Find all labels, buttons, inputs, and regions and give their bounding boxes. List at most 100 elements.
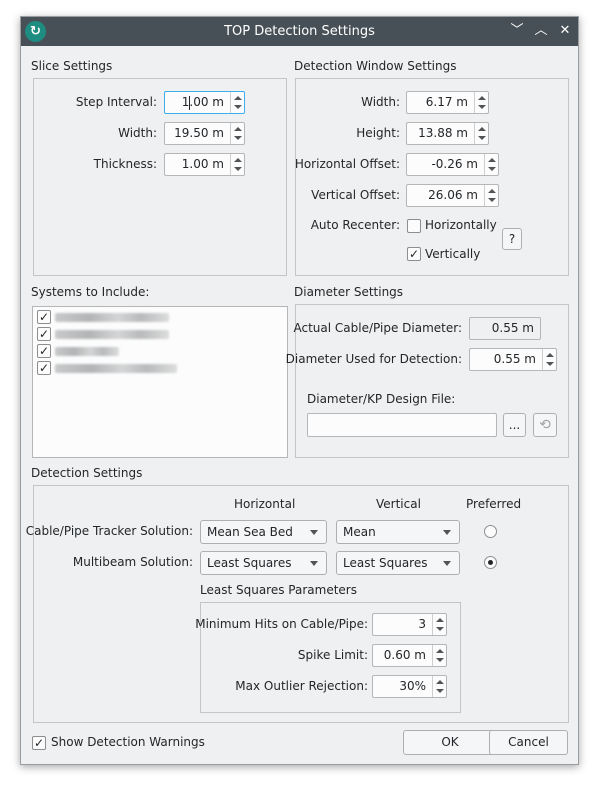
- spin-up-icon[interactable]: [488, 189, 496, 193]
- vertical-header: Vertical: [376, 497, 421, 511]
- maximize-icon[interactable]: ︿: [531, 21, 551, 41]
- step-interval-label: Step Interval:: [75, 95, 157, 109]
- horizontally-checkbox[interactable]: [407, 219, 421, 233]
- slice-width-value: 19.50 m: [174, 126, 224, 140]
- spin-up-icon[interactable]: [234, 158, 242, 162]
- min-hits-label: Minimum Hits on Cable/Pipe:: [195, 617, 368, 631]
- show-warnings-checkbox[interactable]: ✓: [32, 736, 46, 750]
- v-offset-spinbox[interactable]: 26.06 m: [406, 184, 499, 207]
- spin-up-icon[interactable]: [234, 127, 242, 131]
- thickness-spinbox[interactable]: 1.00 m: [164, 153, 245, 176]
- spin-down-icon[interactable]: [478, 105, 486, 109]
- spin-arrows[interactable]: [542, 349, 556, 370]
- spin-up-icon[interactable]: [478, 127, 486, 131]
- multibeam-preferred-radio[interactable]: [484, 556, 497, 569]
- spin-down-icon[interactable]: [436, 689, 444, 693]
- title-bar: ↻ TOP Detection Settings ﹀ ︿ ✕: [21, 17, 578, 46]
- spin-arrows[interactable]: [474, 92, 488, 113]
- spin-arrows[interactable]: [432, 645, 446, 666]
- system-checkbox[interactable]: ✓: [37, 361, 51, 375]
- minimize-icon[interactable]: ﹀: [507, 21, 527, 41]
- outlier-label: Max Outlier Rejection:: [235, 679, 368, 693]
- spin-up-icon[interactable]: [234, 96, 242, 100]
- spin-up-icon[interactable]: [436, 680, 444, 684]
- browse-button[interactable]: ...: [503, 413, 526, 437]
- system-checkbox[interactable]: ✓: [37, 310, 51, 324]
- chevron-down-icon: [310, 561, 318, 566]
- dw-width-spinbox[interactable]: 6.17 m: [406, 91, 489, 114]
- spin-arrows[interactable]: [432, 676, 446, 697]
- spin-down-icon[interactable]: [234, 167, 242, 171]
- spin-arrows[interactable]: [230, 154, 244, 175]
- multibeam-vertical-combo[interactable]: Least Squares: [336, 551, 460, 575]
- auto-recenter-label: Auto Recenter:: [310, 218, 400, 232]
- chevron-down-icon: [443, 530, 451, 535]
- thickness-value: 1.00 m: [181, 157, 224, 171]
- system-name-redacted: [55, 364, 177, 373]
- multibeam-horizontal-combo[interactable]: Least Squares: [200, 551, 327, 575]
- spin-down-icon[interactable]: [234, 136, 242, 140]
- detection-settings-group: Horizontal Vertical Preferred Cable/Pipe…: [26, 485, 569, 723]
- system-checkbox[interactable]: ✓: [37, 344, 51, 358]
- design-file-label: Diameter/KP Design File:: [307, 392, 456, 406]
- v-offset-value: 26.06 m: [428, 188, 478, 202]
- used-diameter-spinbox[interactable]: 0.55 m: [469, 348, 557, 371]
- h-offset-spinbox[interactable]: -0.26 m: [406, 153, 499, 176]
- dw-height-value: 13.88 m: [418, 126, 468, 140]
- spin-down-icon[interactable]: [478, 136, 486, 140]
- reset-icon[interactable]: ⟲: [533, 413, 557, 437]
- design-file-input[interactable]: [307, 413, 497, 437]
- spin-up-icon[interactable]: [436, 649, 444, 653]
- tracker-preferred-radio[interactable]: [484, 525, 497, 538]
- spin-arrows[interactable]: [474, 123, 488, 144]
- spin-arrows[interactable]: [230, 92, 244, 113]
- spin-arrows[interactable]: [484, 185, 498, 206]
- help-button[interactable]: ?: [502, 228, 522, 250]
- dialog-window: ↻ TOP Detection Settings ﹀ ︿ ✕ Slice Set…: [20, 16, 579, 765]
- system-checkbox[interactable]: ✓: [37, 327, 51, 341]
- outlier-spinbox[interactable]: 30%: [372, 675, 447, 698]
- step-interval-value: 1.00 m: [181, 95, 224, 109]
- vertically-label: Vertically: [425, 247, 481, 261]
- spin-up-icon[interactable]: [436, 618, 444, 622]
- dw-height-spinbox[interactable]: 13.88 m: [406, 122, 489, 145]
- spin-arrows[interactable]: [484, 154, 498, 175]
- slice-width-spinbox[interactable]: 19.50 m: [164, 122, 245, 145]
- multibeam-horizontal-value: Least Squares: [207, 556, 292, 570]
- spin-down-icon[interactable]: [234, 105, 242, 109]
- actual-diameter-value: 0.55 m: [469, 317, 541, 340]
- tracker-horizontal-value: Mean Sea Bed: [207, 525, 293, 539]
- tracker-horizontal-combo[interactable]: Mean Sea Bed: [200, 520, 327, 544]
- spin-down-icon[interactable]: [488, 167, 496, 171]
- tracker-solution-label: Cable/Pipe Tracker Solution:: [25, 524, 193, 538]
- least-squares-title: Least Squares Parameters: [200, 583, 357, 597]
- spike-limit-spinbox[interactable]: 0.60 m: [372, 644, 447, 667]
- spin-up-icon[interactable]: [478, 96, 486, 100]
- spin-down-icon[interactable]: [436, 627, 444, 631]
- tracker-vertical-combo[interactable]: Mean: [336, 520, 460, 544]
- spin-arrows[interactable]: [432, 614, 446, 635]
- system-name-redacted: [55, 330, 169, 339]
- close-icon[interactable]: ✕: [555, 21, 575, 41]
- cancel-button[interactable]: Cancel: [489, 730, 568, 755]
- spin-arrows[interactable]: [230, 123, 244, 144]
- multibeam-vertical-value: Least Squares: [343, 556, 428, 570]
- radio-dot: [488, 560, 493, 565]
- ok-button[interactable]: OK: [403, 730, 497, 755]
- min-hits-spinbox[interactable]: 3: [372, 613, 447, 636]
- step-interval-spinbox[interactable]: 1.00 m: [164, 91, 245, 114]
- spin-up-icon[interactable]: [488, 158, 496, 162]
- min-hits-value: 3: [418, 617, 426, 631]
- systems-list[interactable]: ✓ ✓ ✓ ✓: [32, 306, 288, 458]
- least-squares-group: Minimum Hits on Cable/Pipe: 3 Spike Limi…: [195, 602, 461, 713]
- spin-down-icon[interactable]: [436, 658, 444, 662]
- spin-up-icon[interactable]: [546, 353, 554, 357]
- detection-settings-title: Detection Settings: [31, 466, 143, 480]
- dw-height-label: Height:: [356, 126, 400, 140]
- h-offset-value: -0.26 m: [431, 157, 478, 171]
- spin-down-icon[interactable]: [488, 198, 496, 202]
- actual-diameter-label: Actual Cable/Pipe Diameter:: [293, 321, 463, 335]
- outlier-value: 30%: [399, 679, 426, 693]
- spin-down-icon[interactable]: [546, 362, 554, 366]
- vertically-checkbox[interactable]: ✓: [407, 247, 421, 261]
